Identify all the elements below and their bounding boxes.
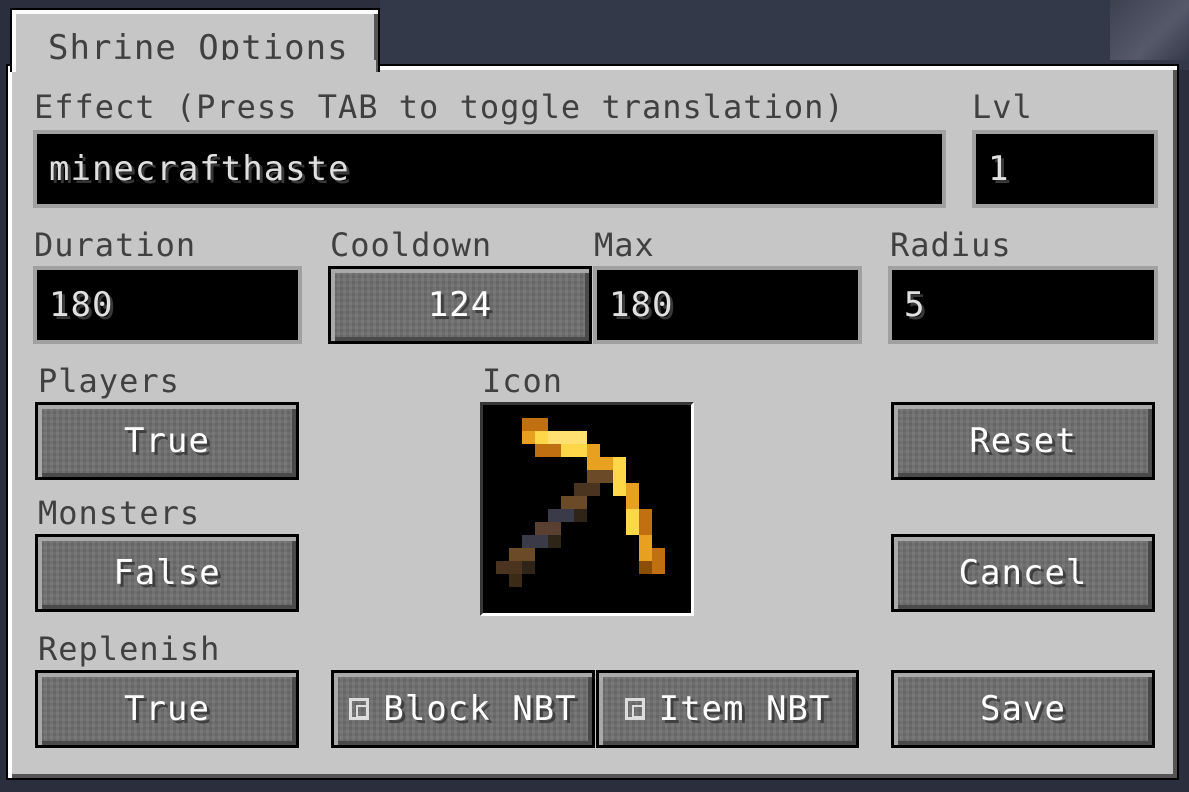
replenish-label: Replenish: [38, 630, 221, 668]
block-nbt-button[interactable]: Block NBT: [331, 670, 595, 748]
tab-joint: [16, 60, 376, 74]
cooldown-label: Cooldown: [330, 226, 493, 264]
golden-pickaxe-icon: [496, 418, 665, 587]
save-button[interactable]: Save: [891, 670, 1155, 748]
item-nbt-button[interactable]: Item NBT: [596, 670, 859, 748]
radius-input[interactable]: 5: [888, 266, 1158, 344]
reset-button[interactable]: Reset: [891, 402, 1155, 480]
players-toggle-button[interactable]: True: [35, 402, 299, 480]
monsters-toggle-button[interactable]: False: [35, 534, 299, 612]
level-label: Lvl: [972, 88, 1033, 126]
block-nbt-label: Block NBT: [383, 689, 577, 729]
copy-icon: [624, 698, 645, 720]
radius-label: Radius: [890, 226, 1012, 264]
replenish-toggle-button[interactable]: True: [35, 670, 299, 748]
effect-input[interactable]: minecrafthaste: [33, 130, 946, 208]
copy-icon: [349, 698, 370, 720]
item-nbt-label: Item NBT: [658, 689, 831, 729]
cancel-button[interactable]: Cancel: [891, 534, 1155, 612]
background-edge: [1110, 0, 1189, 60]
max-label: Max: [594, 226, 655, 264]
players-label: Players: [38, 362, 180, 400]
cooldown-button[interactable]: 124: [328, 266, 592, 344]
duration-input[interactable]: 180: [33, 266, 302, 344]
max-input[interactable]: 180: [593, 266, 862, 344]
duration-label: Duration: [34, 226, 197, 264]
monsters-label: Monsters: [38, 494, 201, 532]
effect-label: Effect (Press TAB to toggle translation): [34, 88, 845, 126]
icon-slot[interactable]: [480, 402, 694, 616]
icon-label: Icon: [482, 362, 564, 400]
background: [380, 0, 1189, 70]
level-input[interactable]: 1: [972, 130, 1158, 208]
